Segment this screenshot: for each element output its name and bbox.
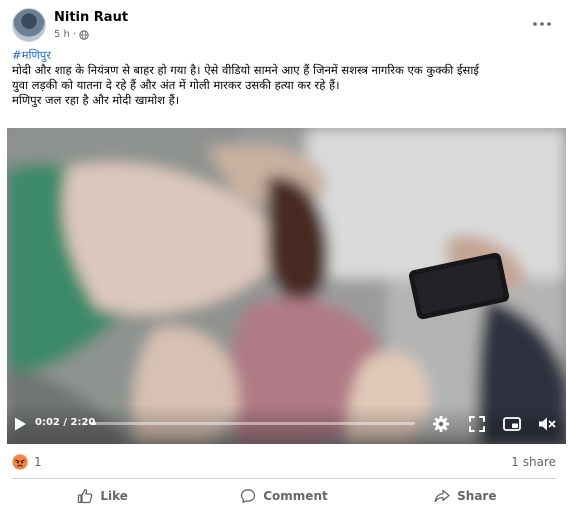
fullscreen-icon[interactable]: [467, 414, 487, 434]
picture-in-picture-icon[interactable]: [502, 414, 522, 434]
divider: [12, 478, 556, 479]
share-icon: [434, 489, 450, 503]
share-label: Share: [457, 489, 497, 503]
post-text-line-2: युवा लड़की को यातना दे रहे हैं और अंत मे…: [12, 78, 340, 92]
meta-separator: ·: [72, 29, 77, 40]
play-icon[interactable]: [12, 416, 28, 432]
share-button[interactable]: Share: [375, 480, 556, 512]
post-header: Nitin Raut 5 h ·: [12, 8, 560, 48]
post-text: #मणिपुर मोदी और शाह के नियंत्रण से बाहर …: [12, 48, 560, 108]
globe-icon: [79, 29, 89, 40]
comment-button[interactable]: Comment: [193, 480, 374, 512]
video-progress-fill: [91, 422, 96, 425]
share-count[interactable]: 1 share: [511, 455, 556, 469]
author-name[interactable]: Nitin Raut: [54, 10, 128, 25]
video-progress-bar[interactable]: [91, 422, 415, 425]
video-frame: [7, 128, 566, 444]
video-controls: 0:02 / 2:20: [7, 404, 566, 444]
post-text-line-3: मणिपुर जल रहा है और मोदी खामोश हैं।: [12, 93, 180, 107]
like-label: Like: [100, 489, 128, 503]
video-player[interactable]: 0:02 / 2:20: [7, 128, 566, 444]
post-actions: Like Comment Share: [12, 480, 556, 512]
author-avatar[interactable]: [12, 8, 46, 42]
post-timestamp[interactable]: 5 h: [54, 29, 70, 40]
reactions-row: 1 1 share: [12, 453, 556, 473]
angry-icon[interactable]: [12, 454, 28, 470]
post-meta: 5 h ·: [54, 29, 89, 40]
facebook-post: Nitin Raut 5 h · #मणिपुर मोदी और शाह के …: [0, 0, 568, 512]
volume-icon[interactable]: [537, 414, 557, 434]
reaction-count[interactable]: 1: [34, 455, 42, 469]
post-text-line-1: मोदी और शाह के नियंत्रण से बाहर हो गया ह…: [12, 63, 479, 77]
more-options-icon[interactable]: [530, 14, 554, 34]
like-icon: [78, 488, 93, 504]
hashtag-link[interactable]: #मणिपुर: [12, 48, 560, 63]
like-button[interactable]: Like: [12, 480, 193, 512]
settings-icon[interactable]: [431, 414, 451, 434]
comment-icon: [241, 489, 256, 504]
comment-label: Comment: [263, 489, 328, 503]
video-time: 0:02 / 2:20: [35, 417, 96, 428]
